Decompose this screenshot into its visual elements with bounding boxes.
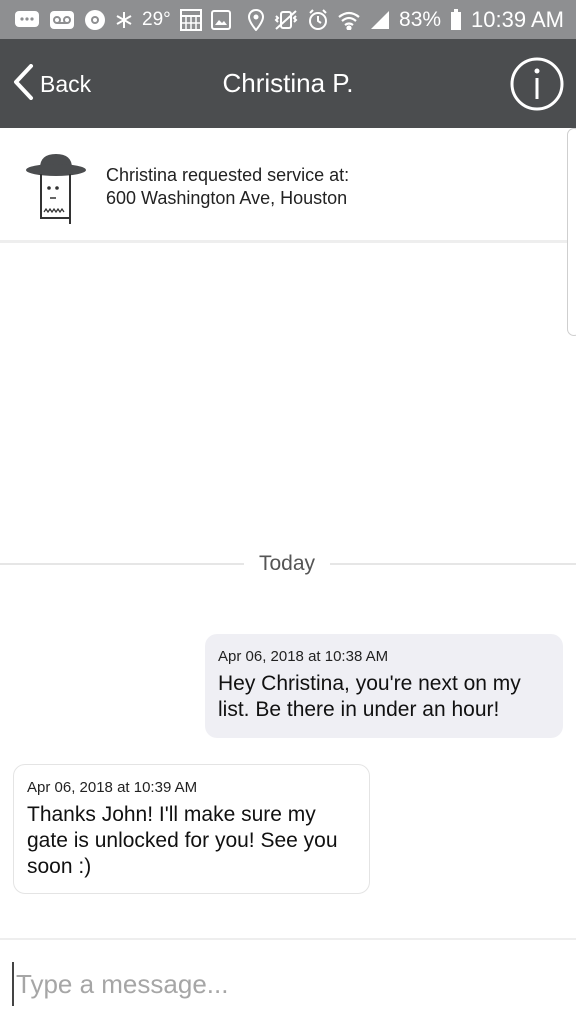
temperature-text: 29° <box>142 8 171 30</box>
message-timestamp: Apr 06, 2018 at 10:39 AM <box>27 779 198 796</box>
message-timestamp: Apr 06, 2018 at 10:38 AM <box>218 648 389 665</box>
service-request-text: Christina requested service at: 600 Wash… <box>106 164 349 210</box>
nav-bar: Back Christina P. <box>0 39 576 128</box>
voicemail-icon <box>49 10 75 30</box>
gallery-icon <box>210 9 231 30</box>
info-button[interactable] <box>510 57 564 111</box>
location-icon <box>248 8 265 31</box>
messages-icon <box>14 10 40 30</box>
battery-icon <box>450 8 462 31</box>
divider-line-right <box>330 563 576 565</box>
day-divider: Today <box>0 550 576 580</box>
service-request-card: Christina requested service at: 600 Wash… <box>0 128 576 243</box>
info-icon <box>510 57 564 115</box>
incoming-message-bubble[interactable]: Apr 06, 2018 at 10:39 AM Thanks John! I'… <box>13 764 370 894</box>
snowflake-icon <box>115 11 133 29</box>
message-composer <box>0 938 576 1024</box>
divider-line-left <box>0 563 244 565</box>
message-text: Hey Christina, you're next on my list. B… <box>218 672 521 721</box>
message-input[interactable] <box>12 962 562 1006</box>
status-bar: 29° 83% 10:39 AM <box>0 0 576 39</box>
service-address: 600 Washington Ave, Houston <box>106 188 348 208</box>
status-bar-right: 83% 10:39 AM <box>248 7 564 33</box>
calendar-icon <box>179 8 202 31</box>
day-label: Today <box>258 552 316 575</box>
edge-panel-handle[interactable] <box>567 128 576 336</box>
status-bar-left: 29° <box>14 8 231 31</box>
page-title: Christina P. <box>222 68 354 98</box>
mute-vibrate-icon <box>273 9 299 31</box>
outgoing-message-bubble[interactable]: Apr 06, 2018 at 10:38 AM Hey Christina, … <box>205 634 563 738</box>
service-request-label: Christina requested service at: <box>106 165 350 185</box>
signal-icon <box>370 10 390 30</box>
status-clock: 10:39 AM <box>471 6 564 32</box>
wifi-icon <box>337 10 361 30</box>
alarm-icon <box>308 8 328 31</box>
hat-person-icon <box>24 150 88 226</box>
battery-percent: 83% <box>399 7 442 31</box>
message-text: Thanks John! I'll make sure my gate is u… <box>27 803 338 878</box>
settings-cog-icon <box>84 9 106 31</box>
